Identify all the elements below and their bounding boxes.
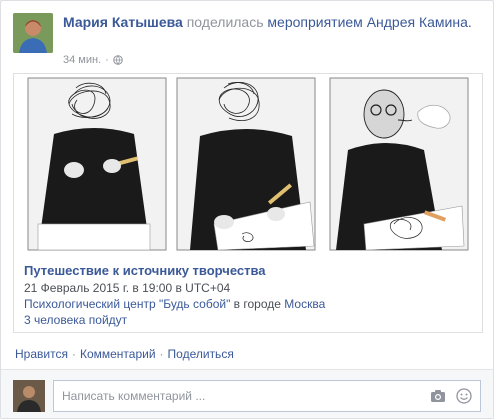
action-separator: · <box>159 347 164 361</box>
action-separator: · <box>71 347 76 361</box>
event-title[interactable]: Путешествие к источнику творчества <box>24 262 472 280</box>
event-location: Психологический центр "Будь собой" в гор… <box>24 296 472 312</box>
shared-event-link[interactable]: мероприятием Андрея Камина. <box>267 14 471 30</box>
event-venue-link[interactable]: Психологический центр "Будь собой" <box>24 297 230 311</box>
post-timestamp[interactable]: 34 мин. <box>63 53 101 67</box>
post-header: Мария Катышева поделилась мероприятием А… <box>13 13 481 67</box>
emoji-icon[interactable] <box>456 388 472 404</box>
comment-tools <box>430 381 472 411</box>
event-attachment[interactable]: Путешествие к источнику творчества 21 Фе… <box>13 73 483 333</box>
camera-icon[interactable] <box>430 389 446 403</box>
globe-icon[interactable] <box>113 55 123 65</box>
viewer-avatar[interactable] <box>13 380 45 412</box>
post-headline: Мария Катышева поделилась мероприятием А… <box>63 13 481 31</box>
post-verb: поделилась <box>186 14 264 30</box>
meta-separator: · <box>105 54 109 66</box>
comment-placeholder: Написать комментарий ... <box>62 389 206 403</box>
post-card: Мария Катышева поделилась мероприятием А… <box>0 0 494 419</box>
event-details: Путешествие к источнику творчества 21 Фе… <box>24 262 472 328</box>
share-link[interactable]: Поделиться <box>168 347 234 361</box>
author-avatar[interactable] <box>13 13 53 53</box>
event-venue-mid: в городе <box>230 297 285 311</box>
event-going-count[interactable]: 3 человека пойдут <box>24 312 472 328</box>
post-actions: Нравится · Комментарий · Поделиться <box>15 347 234 361</box>
post-meta: 34 мин. · <box>63 53 123 67</box>
comment-input[interactable]: Написать комментарий ... <box>53 380 481 412</box>
event-datetime: 21 Февраль 2015 г. в 19:00 в UTC+04 <box>24 281 231 295</box>
like-link[interactable]: Нравится <box>15 347 68 361</box>
event-city-link[interactable]: Москва <box>284 297 325 311</box>
comment-composer: Написать комментарий ... <box>1 369 493 418</box>
event-cover-image[interactable] <box>14 74 482 254</box>
author-name[interactable]: Мария Катышева <box>63 14 183 30</box>
comment-link[interactable]: Комментарий <box>80 347 156 361</box>
